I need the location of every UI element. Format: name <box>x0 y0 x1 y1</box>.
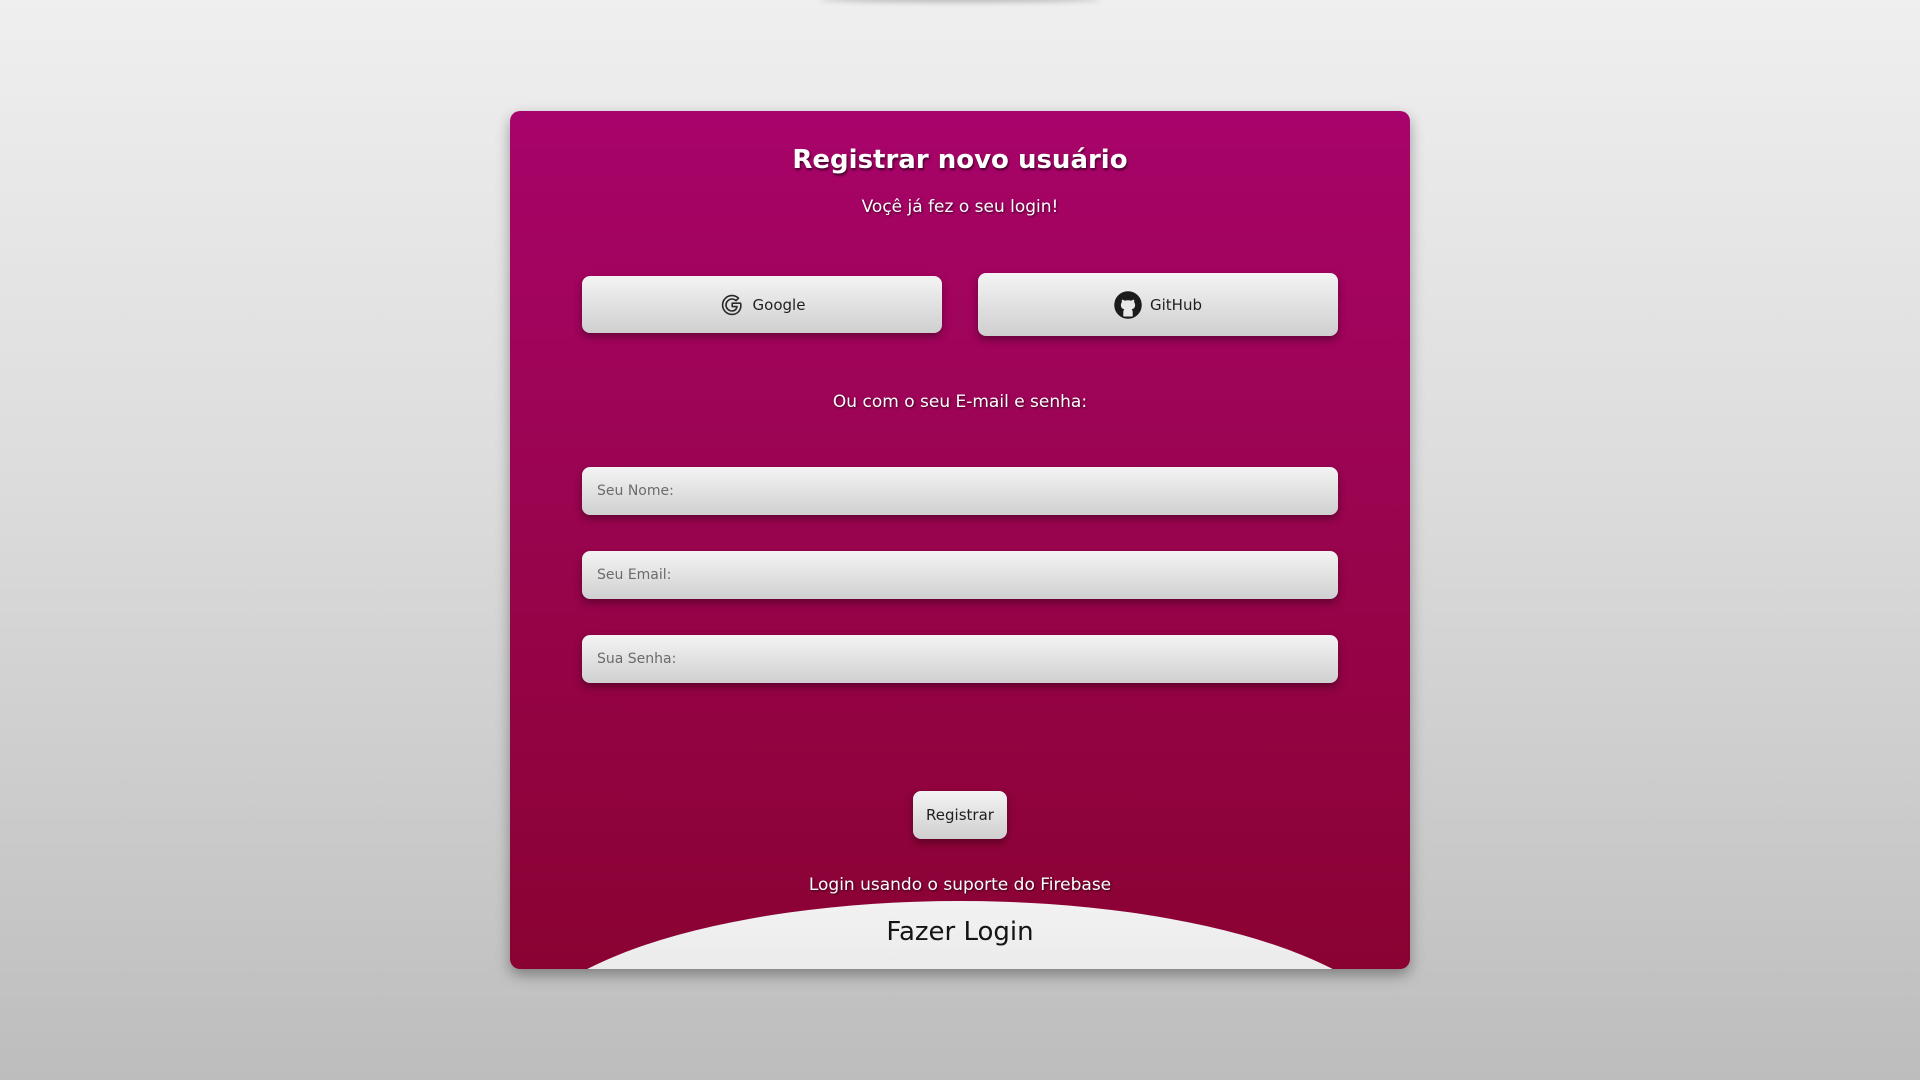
email-input[interactable] <box>582 551 1338 599</box>
github-login-button[interactable]: GitHub <box>978 273 1338 336</box>
login-link[interactable]: Fazer Login <box>510 917 1410 947</box>
email-login-prompt: Ou com o seu E-mail e senha: <box>832 392 1088 412</box>
register-button[interactable]: Registrar <box>913 791 1007 839</box>
google-login-button[interactable]: Google <box>582 276 942 333</box>
password-field-wrapper <box>582 635 1338 683</box>
google-button-label: Google <box>752 295 806 314</box>
firebase-info-text: Login usando o suporte do Firebase <box>808 875 1112 895</box>
email-field-wrapper <box>582 551 1338 599</box>
name-field-wrapper <box>582 467 1338 515</box>
password-input[interactable] <box>582 635 1338 683</box>
login-status-text: Voçê já fez o seu login! <box>861 197 1059 217</box>
page-title: Registrar novo usuário <box>792 145 1128 175</box>
github-button-label: GitHub <box>1150 295 1202 314</box>
github-icon <box>1114 290 1142 319</box>
google-icon <box>719 292 745 318</box>
register-card: Registrar novo usuário Voçê já fez o seu… <box>510 111 1410 969</box>
name-input[interactable] <box>582 467 1338 515</box>
